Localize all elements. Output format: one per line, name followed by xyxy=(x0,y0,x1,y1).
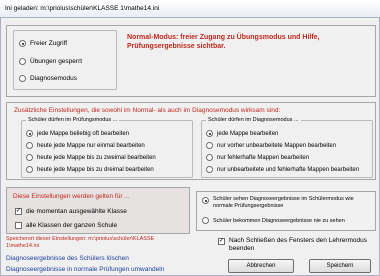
mode-panel: Freier Zugriff Übungen gesperrt Diagnose… xyxy=(6,25,376,97)
mode-option-diagnosis[interactable]: Diagnosemodus xyxy=(19,75,77,82)
diagnosis-option[interactable]: nur fehlerhafte Mappen bearbeiten xyxy=(206,154,309,161)
diagnosis-option[interactable]: jede Mappe bearbeiten xyxy=(206,130,278,137)
save-location-text: Speicherort dieser Einstellungen: m:\pri… xyxy=(6,236,155,249)
scope-option-all-classes[interactable]: alle Klassen der ganzen Schule xyxy=(15,222,117,229)
scope-option-label: die momentan ausgewählte Klasse xyxy=(26,208,127,215)
exam-option-label: jede Mappe beliebig oft bearbeiten xyxy=(37,130,130,137)
scope-option-current-class[interactable]: ✓ die momentan ausgewählte Klasse xyxy=(15,208,127,215)
exam-option[interactable]: jede Mappe beliebig oft bearbeiten xyxy=(26,130,129,137)
close-teacher-mode-label: Nach Schließen des Fensters den Lehrermo… xyxy=(229,237,368,252)
diagnosis-option-radio[interactable] xyxy=(206,166,213,173)
mode-radio-exercises-locked[interactable] xyxy=(19,58,26,65)
scope-panel: Diese Einstellungen werden gelten für ..… xyxy=(6,187,190,234)
window-title: Ini geladen: m:\priolus\schüler\KLASSE 1… xyxy=(0,0,380,18)
exam-option-label: heute jede Mappe bis zu dreimal bearbeit… xyxy=(37,166,154,173)
mode-option-label: Freier Zugriff xyxy=(30,40,68,47)
exam-option-radio[interactable] xyxy=(26,166,33,173)
check-icon[interactable]: ✓ xyxy=(15,208,22,215)
diagnosis-option[interactable]: nur vorher unbearbeitete Mappen bearbeit… xyxy=(206,142,336,149)
exam-option[interactable]: heute jede Mappe bis zu zweimal bearbeit… xyxy=(26,154,156,161)
mode-option-free-access[interactable]: Freier Zugriff xyxy=(19,40,67,47)
exam-option[interactable]: heute jede Mappe bis zu dreimal bearbeit… xyxy=(26,166,154,173)
scope-option-label: alle Klassen der ganzen Schule xyxy=(26,222,118,229)
diagnosis-option-radio[interactable] xyxy=(206,154,213,161)
results-visibility-panel: Schüler sehen Diagnoseergebnisse im Schü… xyxy=(196,191,376,231)
results-option-label: Schüler sehen Diagnoseergebnisse im Schü… xyxy=(213,196,354,209)
diagnosis-option-label: nur unbearbeitete und fehlerhafte Mappen… xyxy=(217,166,360,173)
results-radio-hidden[interactable] xyxy=(202,217,209,224)
additional-settings-panel: Zusätzliche Einstellungen, die sowohl im… xyxy=(6,102,376,180)
mode-option-label: Übungen gesperrt xyxy=(30,58,83,65)
exam-option-label: heute jede Mappe bis zu zweimal bearbeit… xyxy=(37,154,156,161)
mode-radio-free-access[interactable] xyxy=(19,40,26,47)
diagnosis-mode-legend: Schüler dürfen im Diagnosemodus ... xyxy=(206,117,301,124)
exam-option-radio[interactable] xyxy=(26,130,33,137)
diagnosis-option[interactable]: nur unbearbeitete und fehlerhafte Mappen… xyxy=(206,166,359,173)
diagnosis-option-radio[interactable] xyxy=(206,130,213,137)
diagnosis-mode-group: Schüler dürfen im Diagnosemodus ... jede… xyxy=(201,117,373,178)
delete-results-link[interactable]: Diagnoseergebnisse des Schülers löschen xyxy=(6,255,129,262)
close-teacher-mode-option[interactable]: ✓ Nach Schließen des Fensters den Lehrer… xyxy=(218,237,377,253)
diagnosis-option-radio[interactable] xyxy=(206,142,213,149)
diagnosis-option-label: nur vorher unbearbeitete Mappen bearbeit… xyxy=(217,142,337,149)
scope-heading: Diese Einstellungen werden gelten für ..… xyxy=(13,193,130,200)
mode-radio-diagnosis[interactable] xyxy=(19,75,26,82)
results-option-label: Schüler bekommen Diagnoseergebnisse nie … xyxy=(213,217,345,224)
checkbox-empty[interactable] xyxy=(15,222,22,229)
exam-option-radio[interactable] xyxy=(26,154,33,161)
exam-mode-legend: Schüler dürfen im Prüfungsmodus ... xyxy=(26,117,120,124)
results-option-visible[interactable]: Schüler sehen Diagnoseergebnisse im Schü… xyxy=(202,196,373,209)
convert-results-link[interactable]: Diagnoseergebnisse in normale Prüfungen … xyxy=(6,266,164,273)
mode-description: Normal-Modus: freier Zugang zu Übungsmod… xyxy=(127,34,320,50)
diagnosis-option-label: jede Mappe bearbeiten xyxy=(217,130,279,137)
save-button[interactable]: Speichern xyxy=(309,259,371,273)
exam-mode-group: Schüler dürfen im Prüfungsmodus ... jede… xyxy=(21,117,193,178)
results-option-hidden[interactable]: Schüler bekommen Diagnoseergebnisse nie … xyxy=(202,217,345,224)
mode-option-label: Diagnosemodus xyxy=(30,75,77,82)
exam-option-label: heute jede Mappe nur einmal bearbeiten xyxy=(37,142,145,149)
check-icon[interactable]: ✓ xyxy=(218,238,225,245)
mode-option-exercises-locked[interactable]: Übungen gesperrt xyxy=(19,58,82,65)
results-radio-visible[interactable] xyxy=(202,197,209,204)
additional-settings-heading: Zusätzliche Einstellungen, die sowohl im… xyxy=(14,107,281,114)
cancel-button[interactable]: Abbrechen xyxy=(228,259,294,273)
diagnosis-option-label: nur fehlerhafte Mappen bearbeiten xyxy=(217,154,310,161)
exam-option[interactable]: heute jede Mappe nur einmal bearbeiten xyxy=(26,142,145,149)
exam-option-radio[interactable] xyxy=(26,142,33,149)
